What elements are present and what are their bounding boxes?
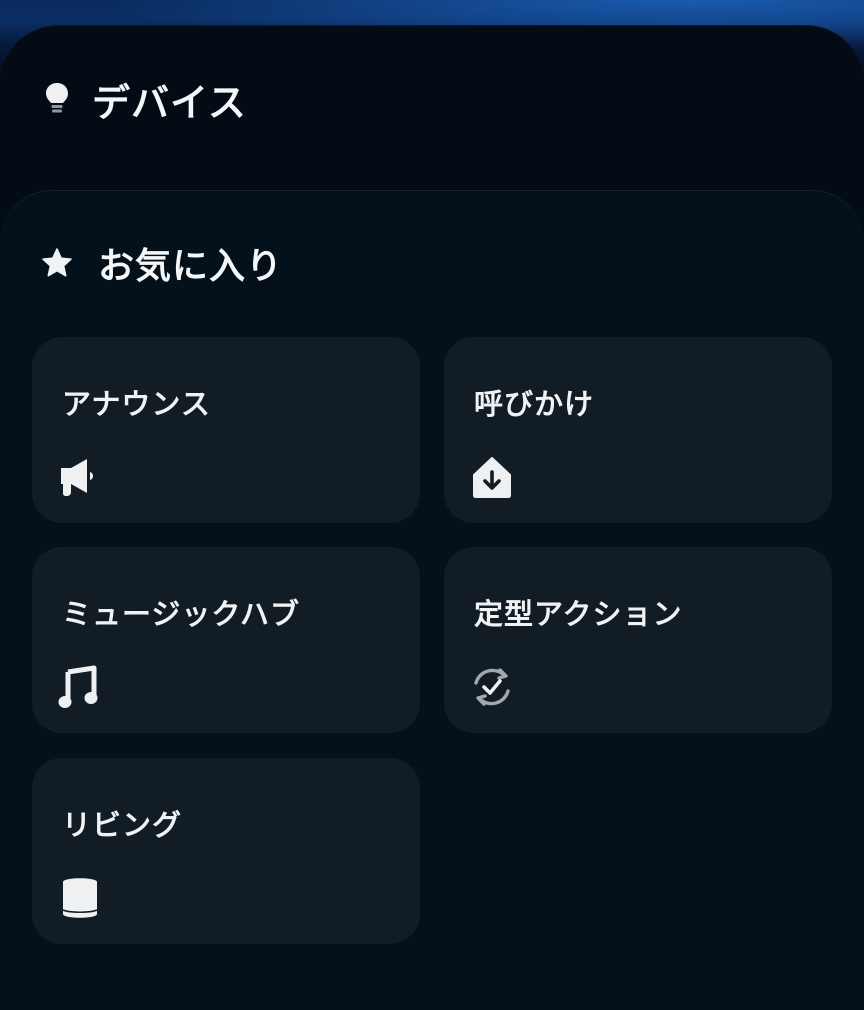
music-note-icon bbox=[56, 663, 104, 711]
card-label: 呼びかけ bbox=[474, 387, 595, 421]
echo-speaker-icon bbox=[56, 874, 104, 922]
card-label: ミュージックハブ bbox=[62, 597, 300, 631]
lightbulb-icon bbox=[44, 81, 70, 117]
devices-title: デバイス bbox=[92, 80, 247, 125]
drop-in-house-icon bbox=[468, 453, 516, 501]
card-label: 定型アクション bbox=[474, 597, 683, 631]
devices-header[interactable]: デバイス bbox=[44, 74, 247, 125]
card-living[interactable]: リビング bbox=[32, 758, 420, 944]
devices-panel: デバイス お気に入り アナウンス 呼びかけ ミュージックハブ 定型アクション リ… bbox=[0, 25, 864, 1010]
card-label: アナウンス bbox=[62, 387, 211, 421]
favorites-section: お気に入り アナウンス 呼びかけ ミュージックハブ 定型アクション リビング bbox=[0, 190, 864, 1010]
routine-check-icon bbox=[468, 663, 516, 711]
card-drop-in[interactable]: 呼びかけ bbox=[444, 337, 832, 523]
card-announcement[interactable]: アナウンス bbox=[32, 337, 420, 523]
card-routines[interactable]: 定型アクション bbox=[444, 547, 832, 733]
card-label: リビング bbox=[62, 808, 183, 842]
card-music-hub[interactable]: ミュージックハブ bbox=[32, 547, 420, 733]
megaphone-icon bbox=[56, 453, 104, 501]
favorites-header: お気に入り bbox=[40, 239, 283, 287]
favorites-title: お気に入り bbox=[98, 246, 284, 287]
star-icon bbox=[40, 246, 74, 280]
